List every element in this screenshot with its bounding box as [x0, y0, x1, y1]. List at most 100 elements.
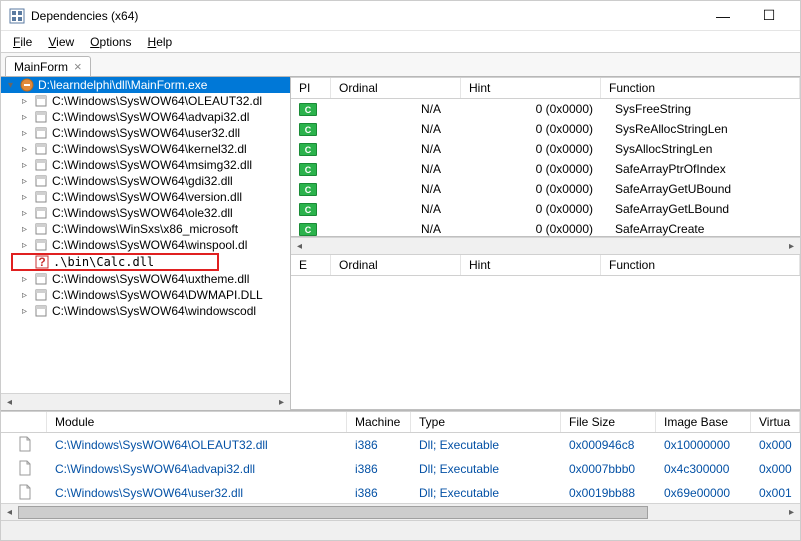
col-pi[interactable]: PI [291, 78, 331, 98]
scroll-right-icon[interactable]: ▸ [783, 504, 800, 521]
module-path[interactable]: C:\Windows\SysWOW64\advapi32.dll [55, 462, 255, 476]
maximize-button[interactable]: ☐ [746, 1, 792, 31]
expand-icon[interactable]: ▹ [19, 192, 30, 203]
col-function[interactable]: Function [601, 78, 800, 98]
expand-icon[interactable]: ▹ [19, 290, 30, 301]
tab-label: MainForm [14, 60, 68, 74]
tree-item[interactable]: ▹C:\Windows\SysWOW64\DWMAPI.DLL [1, 287, 290, 303]
c-badge-icon: C [299, 163, 317, 176]
col-module[interactable]: Module [47, 412, 347, 432]
expand-icon[interactable]: ▹ [19, 274, 30, 285]
module-tree[interactable]: ▾ D:\learndelphi\dll\MainForm.exe ▹C:\Wi… [1, 77, 291, 410]
tree-item[interactable]: ▹ C:\Windows\SysWOW64\advapi32.dl [1, 109, 290, 125]
col-icon [1, 412, 47, 432]
menu-file[interactable]: File [7, 33, 38, 51]
tree-root-label: D:\learndelphi\dll\MainForm.exe [38, 78, 207, 92]
imports-hscroll[interactable]: ◂ ▸ [291, 237, 800, 254]
col-e[interactable]: E [291, 255, 331, 275]
import-row[interactable]: CN/A0 (0x0000)SysAllocStringLen [291, 139, 800, 159]
scroll-right-icon[interactable]: ▸ [273, 394, 290, 411]
file-icon [17, 460, 33, 476]
col-type[interactable]: Type [411, 412, 561, 432]
scroll-left-icon[interactable]: ◂ [1, 394, 18, 411]
dll-icon [33, 190, 49, 204]
col-ordinal[interactable]: Ordinal [331, 255, 461, 275]
expand-icon[interactable]: ▹ [19, 306, 30, 317]
tree-item[interactable]: ▹ C:\Windows\SysWOW64\ole32.dll [1, 205, 290, 221]
import-row[interactable]: CN/A0 (0x0000)SysFreeString [291, 99, 800, 119]
close-icon[interactable]: × [74, 59, 82, 74]
expand-icon[interactable]: ▹ [19, 112, 30, 123]
col-function[interactable]: Function [601, 255, 800, 275]
tab-bar: MainForm × [1, 53, 800, 77]
col-filesize[interactable]: File Size [561, 412, 656, 432]
tree-item[interactable]: ▹C:\Windows\SysWOW64\gdi32.dll [1, 173, 290, 189]
expand-icon[interactable]: ▹ [19, 128, 30, 139]
module-path[interactable]: C:\Windows\SysWOW64\user32.dll [55, 486, 243, 500]
missing-dll-highlight: ? .\bin\Calc.dll [11, 253, 219, 271]
tree-item[interactable]: ▹C:\Windows\SysWOW64\OLEAUT32.dl [1, 93, 290, 109]
modules-hscroll[interactable]: ◂ ▸ [1, 503, 800, 520]
expand-icon[interactable]: ▹ [19, 96, 30, 107]
expand-icon[interactable]: ▹ [19, 160, 30, 171]
tree-item-label: C:\Windows\SysWOW64\advapi32.dl [52, 110, 249, 124]
scroll-right-icon[interactable]: ▸ [783, 238, 800, 255]
tree-item[interactable]: ▹C:\Windows\SysWOW64\winspool.dl [1, 237, 290, 253]
tree-hscroll[interactable]: ◂ ▸ [1, 393, 290, 410]
scroll-left-icon[interactable]: ◂ [291, 238, 308, 255]
tree-item[interactable]: ▹C:\Windows\SysWOW64\user32.dll [1, 125, 290, 141]
scroll-left-icon[interactable]: ◂ [1, 504, 18, 521]
expand-icon[interactable]: ▹ [19, 208, 30, 219]
import-row[interactable]: CN/A0 (0x0000)SafeArrayGetUBound [291, 179, 800, 199]
col-imagebase[interactable]: Image Base [656, 412, 751, 432]
module-row[interactable]: C:\Windows\SysWOW64\advapi32.dlli386Dll;… [1, 457, 800, 481]
missing-dll-path[interactable]: .\bin\Calc.dll [53, 255, 154, 269]
collapse-icon[interactable]: ▾ [5, 80, 16, 91]
dll-icon [33, 304, 49, 318]
expand-icon[interactable]: ▹ [19, 176, 30, 187]
dll-icon [33, 94, 49, 108]
tree-item-label: C:\Windows\SysWOW64\windowscodl [52, 304, 256, 318]
exports-grid[interactable]: E Ordinal Hint Function [291, 254, 800, 410]
tree-root[interactable]: ▾ D:\learndelphi\dll\MainForm.exe [1, 77, 290, 93]
dll-icon [33, 158, 49, 172]
dll-icon [33, 222, 49, 236]
tab-mainform[interactable]: MainForm × [5, 56, 91, 76]
module-path[interactable]: C:\Windows\SysWOW64\OLEAUT32.dll [55, 438, 268, 452]
import-row[interactable]: CN/A0 (0x0000)SafeArrayPtrOfIndex [291, 159, 800, 179]
tree-item[interactable]: ▹ C:\Windows\SysWOW64\kernel32.dl [1, 141, 290, 157]
col-hint[interactable]: Hint [461, 255, 601, 275]
modules-grid[interactable]: Module Machine Type File Size Image Base… [1, 411, 800, 503]
col-ordinal[interactable]: Ordinal [331, 78, 461, 98]
c-badge-icon: C [299, 203, 317, 216]
import-row[interactable]: CN/A0 (0x0000)SafeArrayGetLBound [291, 199, 800, 219]
menu-help[interactable]: Help [142, 33, 179, 51]
imports-grid[interactable]: PI Ordinal Hint Function CN/A0 (0x0000)S… [291, 77, 800, 237]
c-badge-icon: C [299, 123, 317, 136]
import-row[interactable]: CN/A0 (0x0000)SysReAllocStringLen [291, 119, 800, 139]
import-row[interactable]: CN/A0 (0x0000)SafeArrayCreate [291, 219, 800, 237]
status-bar [1, 520, 800, 540]
menu-options[interactable]: Options [84, 33, 137, 51]
tree-item-label: C:\Windows\SysWOW64\kernel32.dl [52, 142, 247, 156]
exports-header: E Ordinal Hint Function [291, 254, 800, 276]
titlebar: Dependencies (x64) — ☐ [1, 1, 800, 31]
tree-item[interactable]: ▹C:\Windows\WinSxs\x86_microsoft [1, 221, 290, 237]
col-machine[interactable]: Machine [347, 412, 411, 432]
menu-view[interactable]: View [42, 33, 80, 51]
tree-item-label: C:\Windows\SysWOW64\ole32.dll [52, 206, 233, 220]
module-row[interactable]: C:\Windows\SysWOW64\OLEAUT32.dlli386Dll;… [1, 433, 800, 457]
expand-icon[interactable]: ▹ [19, 144, 30, 155]
tree-item[interactable]: ▹ C:\Windows\SysWOW64\windowscodl [1, 303, 290, 319]
c-badge-icon: C [299, 143, 317, 156]
tree-item[interactable]: ▹C:\Windows\SysWOW64\version.dll [1, 189, 290, 205]
minimize-button[interactable]: — [700, 1, 746, 31]
expand-icon[interactable]: ▹ [19, 224, 30, 235]
dll-icon [33, 174, 49, 188]
col-hint[interactable]: Hint [461, 78, 601, 98]
module-row[interactable]: C:\Windows\SysWOW64\user32.dlli386Dll; E… [1, 481, 800, 503]
tree-item[interactable]: ▹C:\Windows\SysWOW64\msimg32.dll [1, 157, 290, 173]
expand-icon[interactable]: ▹ [19, 240, 30, 251]
col-virtual[interactable]: Virtua [751, 412, 800, 432]
tree-item[interactable]: ▹C:\Windows\SysWOW64\uxtheme.dll [1, 271, 290, 287]
